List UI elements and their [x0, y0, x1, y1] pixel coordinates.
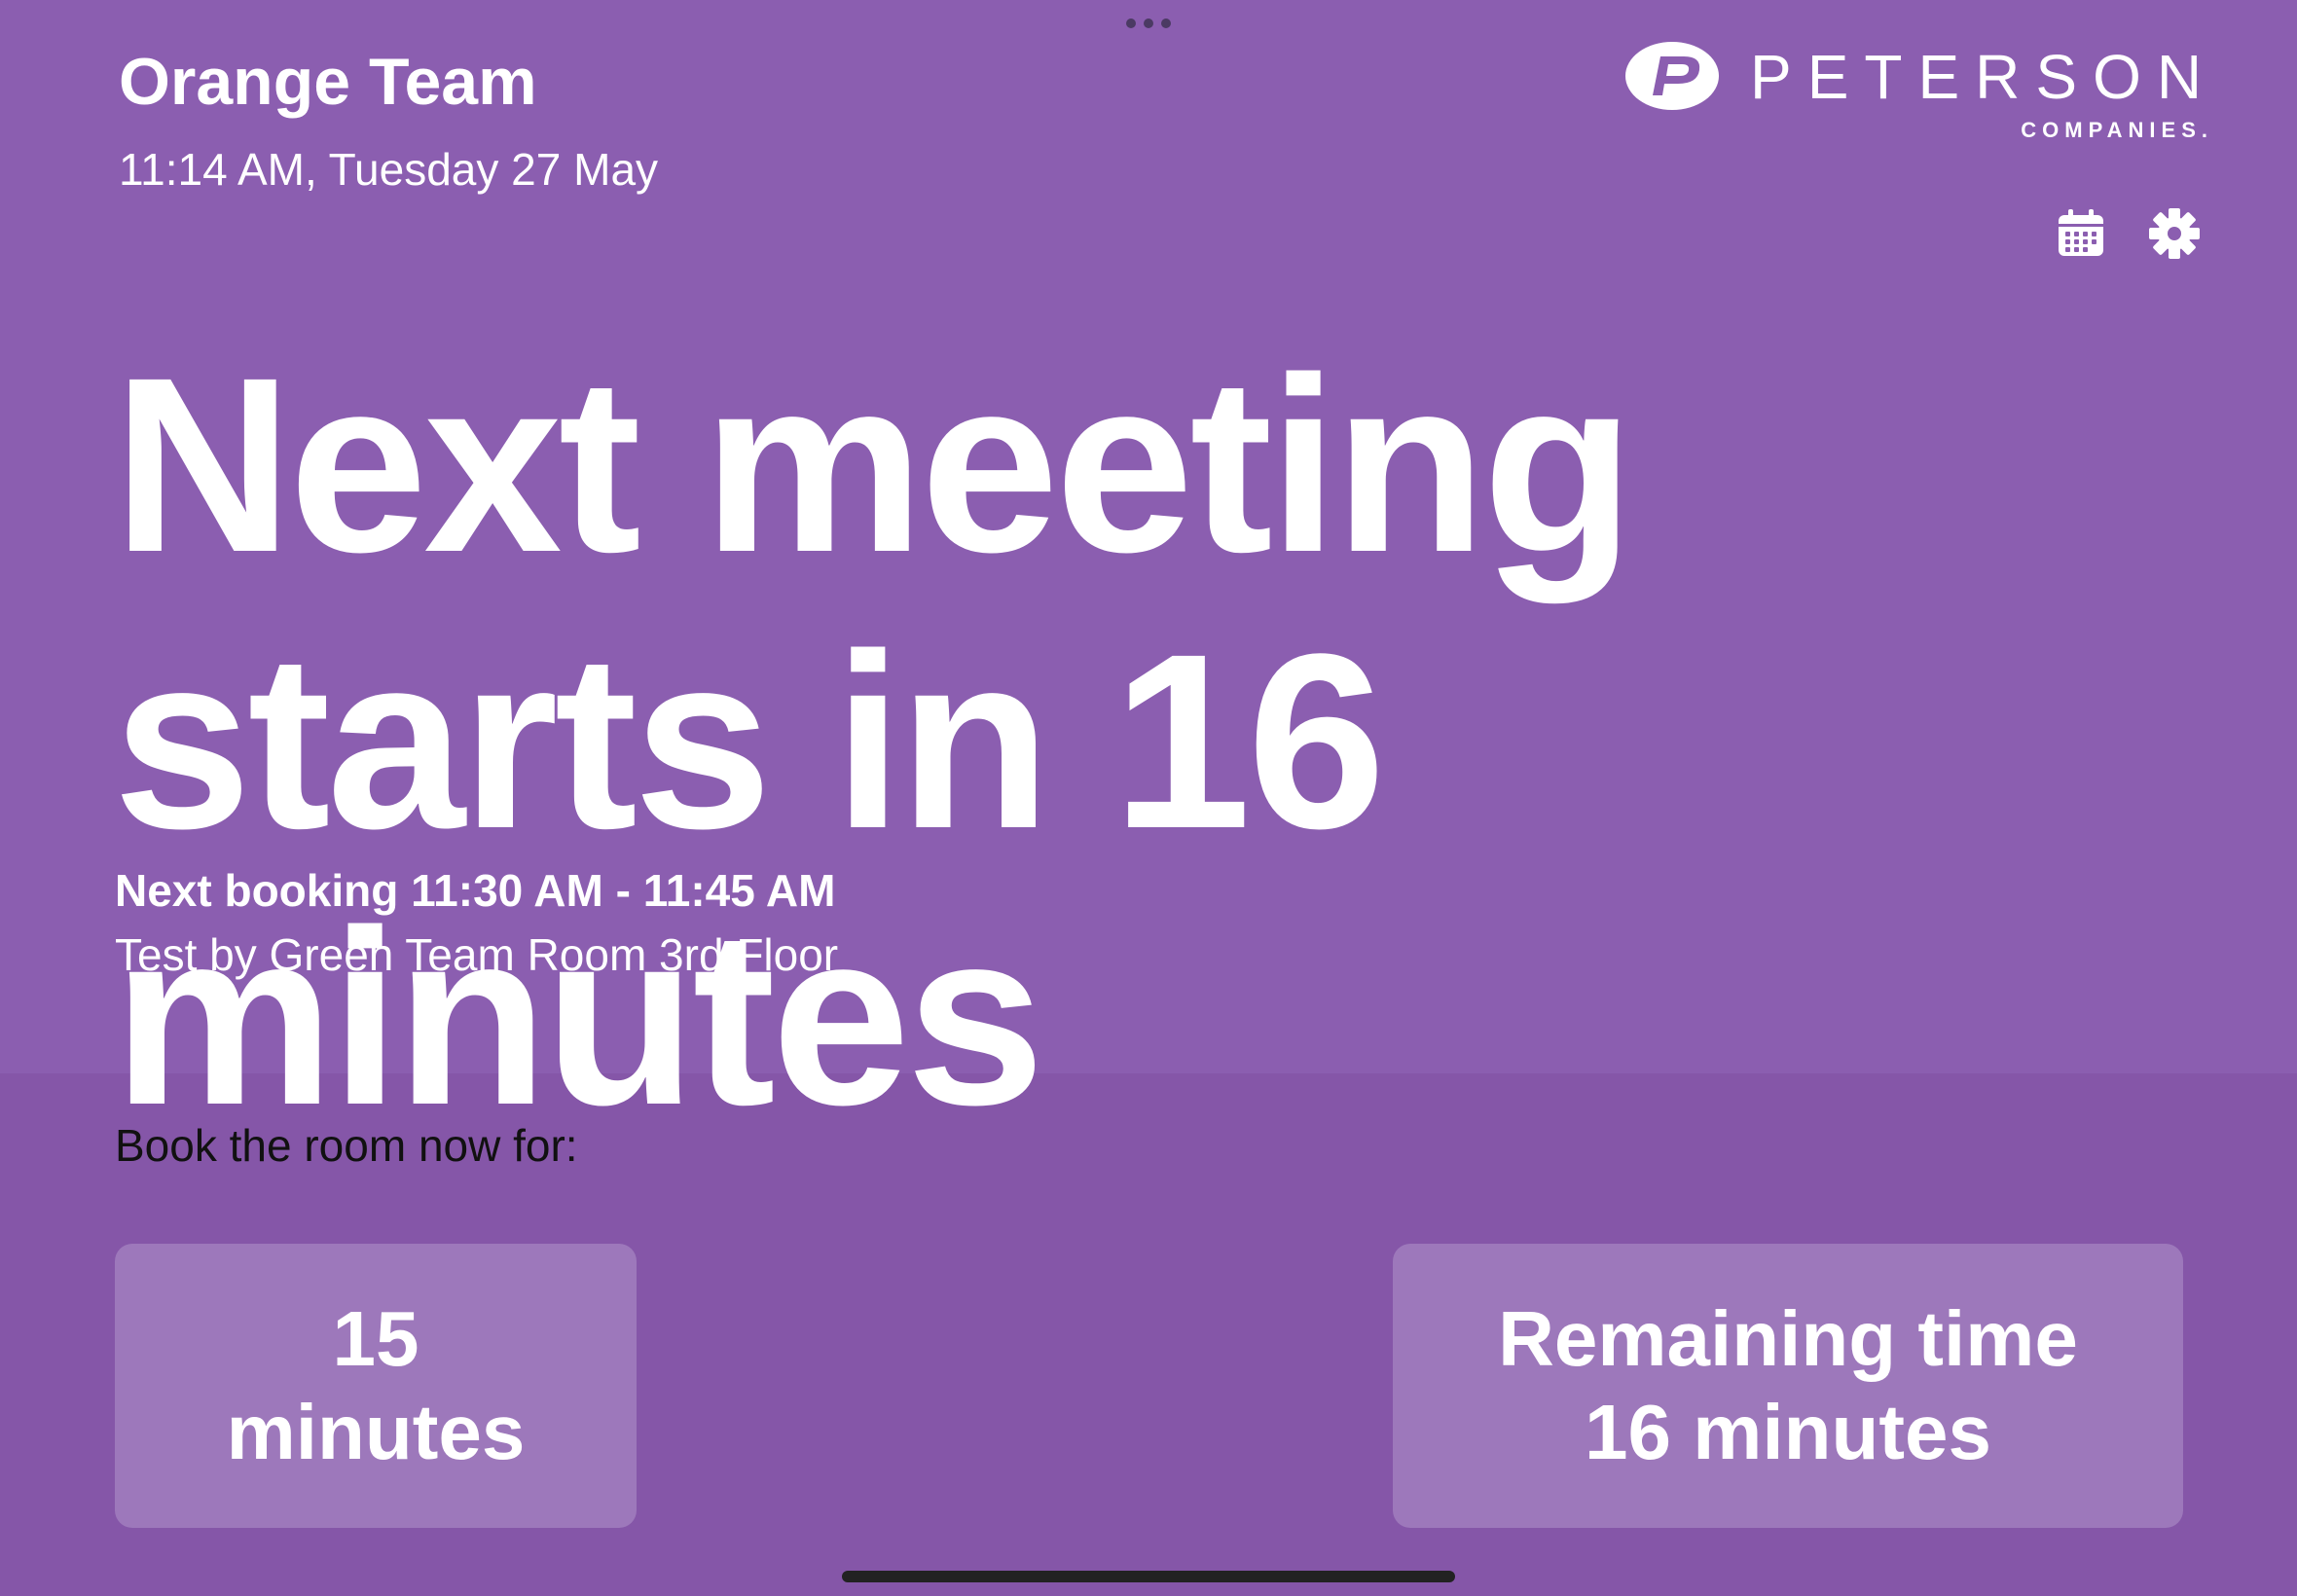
logo-wordmark: PETERSON — [1750, 42, 2218, 112]
book-option-value: 15 — [332, 1295, 419, 1382]
gear-icon — [2149, 208, 2200, 259]
dot — [1126, 18, 1136, 28]
company-logo: PETERSON COMPANIES. — [1623, 37, 2213, 144]
book-15-minutes-button[interactable]: 15 minutes — [115, 1244, 637, 1528]
logo-mark-icon — [1625, 42, 1719, 110]
calendar-button[interactable] — [2050, 202, 2112, 265]
book-option-unit: minutes — [226, 1389, 526, 1475]
calendar-icon — [2059, 209, 2103, 256]
settings-button[interactable] — [2143, 202, 2206, 265]
book-option-label: Remaining time — [1498, 1295, 2078, 1382]
current-datetime: 11:14 AM, Tuesday 27 May — [119, 144, 659, 195]
book-option-duration: 16 minutes — [1585, 1389, 1991, 1475]
book-remaining-time-button[interactable]: Remaining time 16 minutes — [1393, 1244, 2183, 1528]
next-booking-time: Next booking 11:30 AM - 11:45 AM — [115, 865, 836, 916]
book-room-prompt: Book the room now for: — [115, 1120, 578, 1171]
multitasking-handle[interactable] — [1126, 18, 1171, 29]
dot — [1144, 18, 1153, 28]
home-indicator[interactable] — [842, 1571, 1455, 1582]
room-name: Orange Team — [119, 45, 537, 119]
dot — [1161, 18, 1171, 28]
next-booking-detail: Test by Green Team Room 3rd Floor — [115, 929, 839, 980]
logo-subtext: COMPANIES. — [2021, 118, 2213, 142]
availability-headline: Next meeting starts in 16 minutes — [113, 326, 1635, 1157]
